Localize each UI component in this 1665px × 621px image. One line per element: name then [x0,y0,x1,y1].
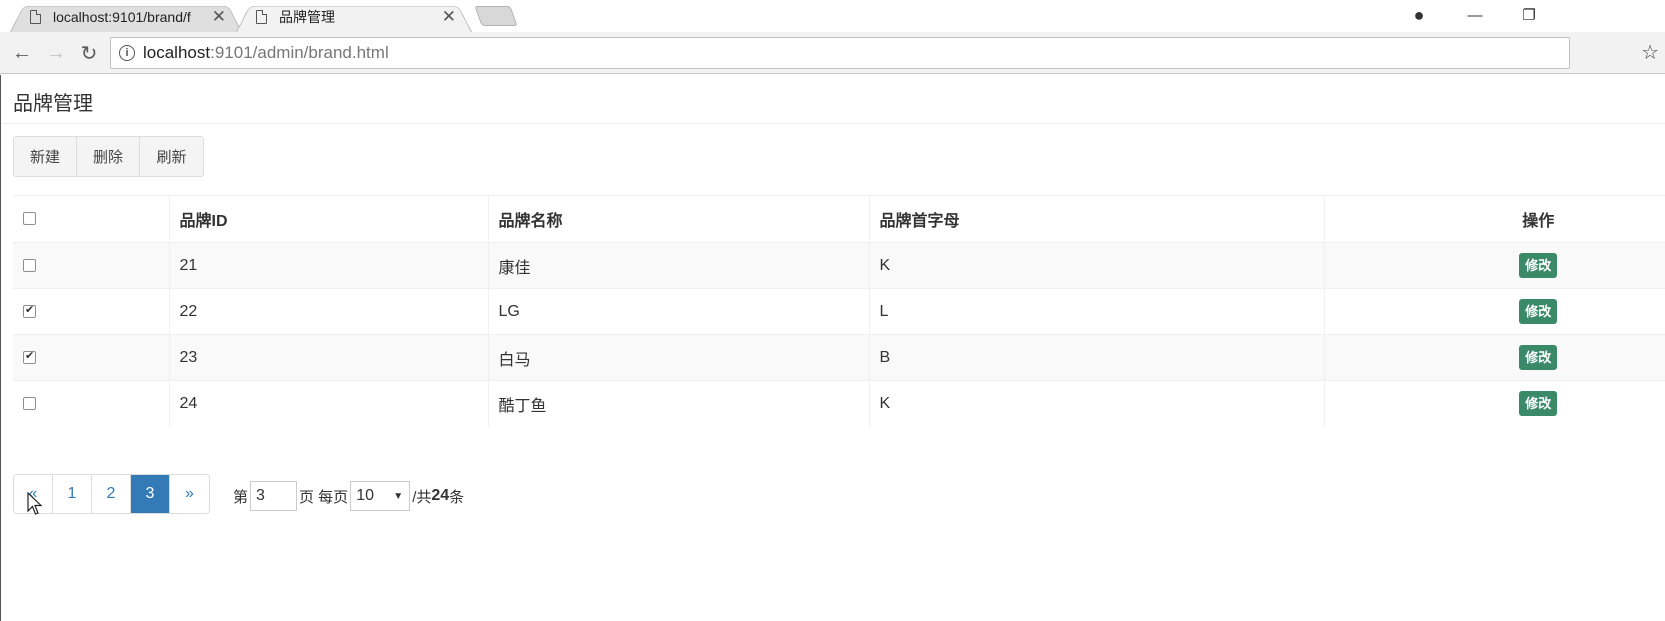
title-divider [2,123,1665,124]
page-prefix-label: 第 [233,488,249,506]
row-checkbox[interactable] [23,258,36,272]
browser-tab-brand-admin[interactable]: 品牌管理 ✕ [236,2,472,33]
brand-id: 22 [168,288,488,335]
brand-id: 23 [168,334,488,381]
select-all-checkbox[interactable] [23,212,36,225]
pagination-page-2[interactable]: 2 [92,475,131,513]
action-button-group: 新建 删除 刷新 [13,136,204,177]
tab-title: localhost:9101/brand/f [53,9,191,25]
row-select-cell [13,380,169,427]
page-number-input[interactable]: 3 [250,481,298,511]
new-button[interactable]: 新建 [14,137,77,176]
brand-id: 21 [168,242,488,289]
total-suffix-label: 条 [449,488,465,506]
row-actions: 修改 [1323,334,1665,381]
bookmark-star-icon[interactable]: ☆ [1641,40,1659,65]
page-size-label: 页 每页 [299,488,349,506]
mouse-cursor-icon [27,492,43,515]
url-path: :9101/admin/brand.html [210,43,389,62]
brand-name: LG [487,288,869,335]
row-actions: 修改 [1323,288,1665,335]
row-actions: 修改 [1323,380,1665,427]
header-select-all [13,195,169,243]
close-icon[interactable]: ✕ [442,7,456,27]
row-checkbox[interactable] [23,303,36,318]
brand-letter: L [868,288,1324,335]
page-size-value: 10 [356,487,374,504]
page-icon [30,10,41,24]
brand-table: 品牌ID 品牌名称 品牌首字母 操作 21 康佳 K 修改 22 LG [13,195,1665,427]
pagination-page-1[interactable]: 1 [53,475,92,513]
brand-name: 康佳 [487,242,869,289]
pager-info: 第 3 页 每页 10 ▼ /共 24 条 [233,481,464,511]
info-icon[interactable]: i [119,45,135,61]
header-actions: 操作 [1323,195,1665,243]
pagination-page-3[interactable]: 3 [131,475,170,513]
close-icon[interactable]: ✕ [212,7,226,27]
brand-letter: B [868,334,1324,381]
total-count: 24 [431,487,450,504]
back-icon[interactable]: ← [10,41,34,65]
page-icon [256,10,267,24]
page-content: 品牌管理 新建 删除 刷新 品牌ID 品牌名称 品牌首字母 操作 21 康佳 K… [0,75,1665,621]
minimize-icon[interactable]: — [1452,0,1498,30]
forward-icon[interactable]: → [44,41,68,65]
edit-button[interactable]: 修改 [1519,391,1558,417]
table-row: 24 酷丁鱼 K 修改 [13,380,1665,427]
row-checkbox[interactable] [23,396,36,410]
page-size-select[interactable]: 10 ▼ [350,481,411,511]
refresh-button[interactable]: 刷新 [140,137,203,176]
header-brand-name: 品牌名称 [487,195,869,243]
row-select-cell [13,334,169,381]
browser-tab-brand-list[interactable]: localhost:9101/brand/f ✕ [10,2,242,33]
table-header-row: 品牌ID 品牌名称 品牌首字母 操作 [13,195,1665,243]
delete-button[interactable]: 删除 [77,137,140,176]
brand-name: 酷丁鱼 [487,380,869,427]
tab-title: 品牌管理 [279,9,335,25]
edit-button[interactable]: 修改 [1519,345,1558,370]
header-brand-id: 品牌ID [168,195,488,243]
row-checkbox[interactable] [23,349,36,364]
dropdown-arrow-icon: ▼ [393,490,404,502]
row-select-cell [13,242,169,289]
table-row: 21 康佳 K 修改 [13,242,1665,289]
total-prefix-label: /共 [412,488,432,506]
brand-letter: K [868,380,1324,427]
header-brand-letter: 品牌首字母 [868,195,1324,243]
brand-letter: K [868,242,1324,289]
new-tab-button[interactable] [474,6,518,26]
edit-button[interactable]: 修改 [1519,253,1558,278]
brand-id: 24 [168,380,488,427]
url-host: localhost [143,43,211,62]
pagination-next[interactable]: » [170,475,209,513]
browser-tabstrip: localhost:9101/brand/f ✕ 品牌管理 ✕ ● — ❐ [0,0,1665,33]
row-select-cell [13,288,169,335]
table-row: 23 白马 B 修改 [13,334,1665,381]
restore-icon[interactable]: ❐ [1506,0,1552,30]
url-text: localhost:9101/admin/brand.html [143,43,389,63]
edit-button[interactable]: 修改 [1519,299,1558,324]
account-icon[interactable]: ● [1396,0,1442,30]
row-actions: 修改 [1323,242,1665,289]
brand-name: 白马 [487,334,869,381]
address-bar[interactable]: i localhost:9101/admin/brand.html [110,37,1570,69]
page-title: 品牌管理 [13,93,93,115]
browser-toolbar: ← → ↻ i localhost:9101/admin/brand.html … [0,32,1665,74]
reload-icon[interactable]: ↻ [77,41,101,65]
table-row: 22 LG L 修改 [13,288,1665,335]
